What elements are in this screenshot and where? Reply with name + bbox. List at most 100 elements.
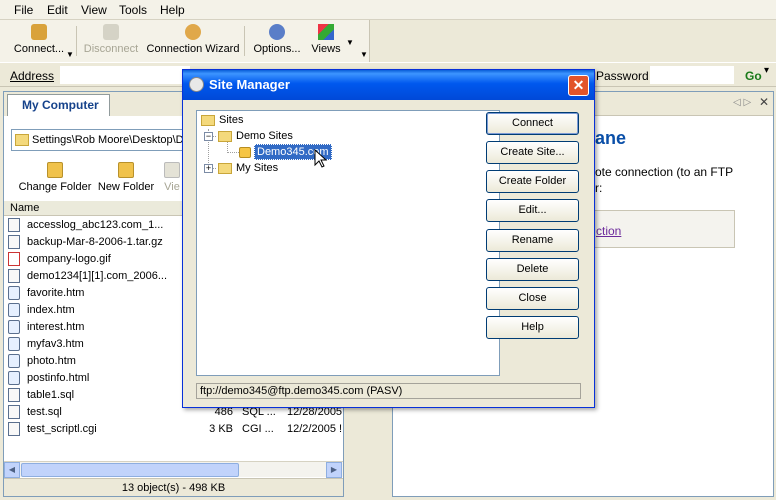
file-name: test.sql xyxy=(27,406,62,418)
file-name: demo1234[1][1].com_2006... xyxy=(27,270,168,282)
connection-wizard-button[interactable]: Connection Wizard xyxy=(146,22,240,60)
folder-icon xyxy=(218,162,232,174)
change-folder-icon xyxy=(47,162,63,178)
collapse-icon[interactable]: − xyxy=(204,132,213,141)
document-file-icon xyxy=(8,218,20,232)
file-name: interest.htm xyxy=(27,321,85,333)
tree-label-my-sites: My Sites xyxy=(236,162,279,174)
column-name[interactable]: Name xyxy=(10,202,39,214)
folder-open-icon xyxy=(218,130,232,142)
address-chevron-icon[interactable]: ▾ xyxy=(764,65,769,76)
scroll-thumb[interactable] xyxy=(21,463,239,477)
disconnect-icon xyxy=(103,24,119,40)
views-label: Views xyxy=(311,43,341,55)
address-label: Address xyxy=(10,69,55,83)
menu-view[interactable]: View xyxy=(81,3,107,17)
local-status-bar: 13 object(s) - 498 KB xyxy=(4,478,343,496)
change-folder-button[interactable]: Change Folder xyxy=(18,162,92,193)
tab-my-computer[interactable]: My Computer xyxy=(7,94,110,116)
options-label: Options... xyxy=(253,43,301,55)
document-file-icon xyxy=(8,235,20,249)
file-row[interactable]: test_scriptl.cgi 3 KB CGI ... 12/2/2005 ! xyxy=(7,421,342,438)
file-name: company-logo.gif xyxy=(27,253,111,265)
new-folder-label: New Folder xyxy=(97,181,155,193)
tree-node-sites[interactable]: Sites xyxy=(201,114,243,126)
html-file-icon xyxy=(8,354,20,368)
close-button[interactable]: Close xyxy=(486,287,579,310)
pane-nav-icon[interactable]: ◁ ▷ xyxy=(733,97,751,108)
pane-close-icon[interactable]: ✕ xyxy=(759,95,769,109)
file-name: index.htm xyxy=(27,304,75,316)
html-file-icon xyxy=(8,303,20,317)
horizontal-scrollbar[interactable]: ◀ ▶ xyxy=(4,461,343,478)
connect-button[interactable]: Connect... xyxy=(10,22,68,60)
site-lock-icon xyxy=(239,146,251,158)
folder-icon xyxy=(201,114,215,126)
create-site-button[interactable]: Create Site... xyxy=(486,141,579,164)
toolbar-separator xyxy=(244,26,245,56)
menu-edit[interactable]: Edit xyxy=(47,3,68,17)
document-file-icon xyxy=(8,422,20,436)
tree-node-my-sites[interactable]: My Sites xyxy=(218,162,278,174)
options-button[interactable]: Options... xyxy=(250,22,304,60)
scroll-right-icon[interactable]: ▶ xyxy=(326,462,342,478)
toolbar-chevron-icon[interactable]: ▼ xyxy=(360,50,368,59)
folder-icon xyxy=(15,134,29,146)
dialog-title-bar[interactable]: Site Manager ✕ xyxy=(183,70,594,100)
file-name: table1.sql xyxy=(27,389,75,401)
task-pane-link[interactable]: ction xyxy=(596,224,621,238)
task-pane-link-box: ction xyxy=(575,210,735,248)
menu-file[interactable]: File xyxy=(14,3,33,17)
connect-site-button[interactable]: Connect xyxy=(486,112,579,135)
dialog-title: Site Manager xyxy=(209,77,290,92)
dialog-status-bar: ftp://demo345@ftp.demo345.com (PASV) xyxy=(196,383,581,399)
view-label: Vie xyxy=(164,181,180,193)
create-folder-button[interactable]: Create Folder xyxy=(486,170,579,193)
view-icon xyxy=(164,162,180,178)
file-date: 12/2/2005 ! xyxy=(287,423,343,435)
tree-node-demo-sites[interactable]: Demo Sites xyxy=(218,130,293,142)
app-icon xyxy=(189,77,204,92)
html-file-icon xyxy=(8,286,20,300)
task-pane-text-1: ote connection (to an FTP xyxy=(595,165,734,179)
html-file-icon xyxy=(8,371,20,385)
main-toolbar: Connect... ▼ Disconnect Connection Wizar… xyxy=(0,20,370,62)
toolbar-separator xyxy=(76,26,77,56)
password-input[interactable] xyxy=(650,66,734,84)
new-folder-button[interactable]: New Folder xyxy=(97,162,155,193)
html-file-icon xyxy=(8,320,20,334)
file-name: backup-Mar-8-2006-1.tar.gz xyxy=(27,236,163,248)
tree-connector xyxy=(227,152,239,153)
go-button[interactable]: Go xyxy=(745,69,762,83)
file-name: myfav3.htm xyxy=(27,338,84,350)
scroll-left-icon[interactable]: ◀ xyxy=(4,462,20,478)
html-file-icon xyxy=(8,337,20,351)
menu-help[interactable]: Help xyxy=(160,3,185,17)
address-input[interactable] xyxy=(60,66,190,84)
rename-button[interactable]: Rename xyxy=(486,229,579,252)
views-dropdown-icon[interactable]: ▼ xyxy=(346,38,354,47)
expand-icon[interactable]: + xyxy=(204,164,213,173)
file-size: 3 KB xyxy=(209,423,233,435)
delete-button[interactable]: Delete xyxy=(486,258,579,281)
document-file-icon xyxy=(8,388,20,402)
help-button[interactable]: Help xyxy=(486,316,579,339)
disconnect-label: Disconnect xyxy=(83,43,139,55)
close-icon[interactable]: ✕ xyxy=(568,75,589,96)
menu-tools[interactable]: Tools xyxy=(119,3,147,17)
wizard-icon xyxy=(185,24,201,40)
gear-icon xyxy=(269,24,285,40)
views-button[interactable]: Views xyxy=(310,22,342,60)
connect-icon xyxy=(31,24,47,40)
image-file-icon xyxy=(8,252,20,266)
file-name: test_scriptl.cgi xyxy=(27,423,97,435)
file-name: photo.htm xyxy=(27,355,76,367)
edit-button[interactable]: Edit... xyxy=(486,199,579,222)
file-type: CGI ... xyxy=(242,423,274,435)
tree-label-demo-sites: Demo Sites xyxy=(236,130,293,142)
site-tree[interactable]: Sites − Demo Sites Demo345.com + My Site… xyxy=(196,110,500,376)
site-manager-dialog: Site Manager ✕ Sites − Demo Sites Demo34… xyxy=(182,69,595,408)
view-button[interactable]: Vie xyxy=(162,162,182,193)
file-name: accesslog_abc123.com_1... xyxy=(27,219,164,231)
connect-dropdown-icon[interactable]: ▼ xyxy=(66,50,74,59)
